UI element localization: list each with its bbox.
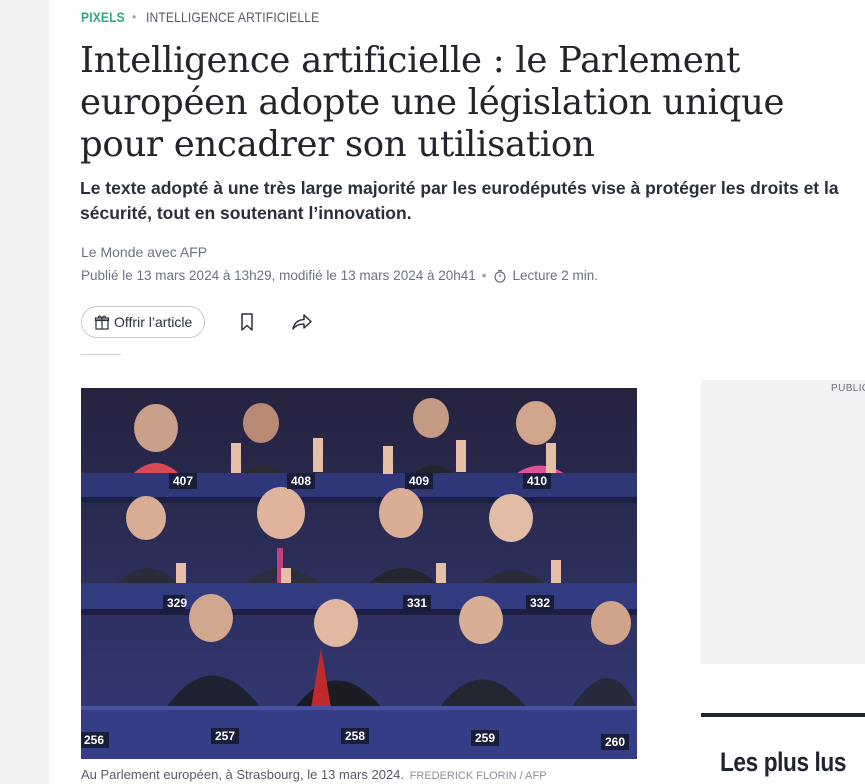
photo-credit: FREDERICK FLORIN / AFP (409, 770, 547, 782)
ad-slot[interactable] (701, 380, 865, 664)
share-icon[interactable] (291, 313, 313, 331)
section-link[interactable]: PIXELS (81, 9, 125, 25)
gift-article-button[interactable]: Offrir l’article (81, 306, 206, 338)
article-title: Intelligence artificielle : le Parlement… (80, 40, 785, 165)
seat-number: 256 (84, 733, 104, 747)
seat-number: 409 (409, 474, 429, 488)
gift-icon (94, 315, 110, 330)
topic-link[interactable]: INTELLIGENCE ARTIFICIELLE (146, 9, 319, 25)
breadcrumb-separator: • (132, 10, 137, 24)
seat-number: 331 (407, 596, 427, 610)
publish-date: Publié le 13 mars 2024 à 13h29, modifié … (81, 268, 476, 283)
seat-number: 332 (530, 596, 550, 610)
seat-number: 408 (291, 474, 311, 488)
most-read-heading: Les plus lus (720, 747, 847, 777)
article-actions: Offrir l’article (81, 306, 313, 338)
gift-article-label: Offrir l’article (114, 314, 193, 330)
seat-number: 260 (605, 735, 625, 749)
seat-number: 257 (215, 729, 235, 743)
parliament-vote-illustration: 407 408 409 410 329 331 332 256 257 258 … (81, 388, 637, 759)
left-gutter (0, 0, 49, 784)
article-dates: Publié le 13 mars 2024 à 13h29, modifié … (81, 268, 598, 283)
seat-number: 259 (475, 731, 495, 745)
timer-icon (493, 269, 506, 283)
seat-number: 258 (345, 729, 365, 743)
article-photo[interactable]: 407 408 409 410 329 331 332 256 257 258 … (81, 388, 637, 759)
photo-caption: Au Parlement européen, à Strasbourg, le … (81, 767, 547, 782)
article-dek: Le texte adopté à une très large majorit… (80, 178, 839, 223)
dates-separator: • (481, 268, 487, 283)
byline: Le Monde avec AFP (81, 244, 208, 260)
divider (81, 354, 121, 355)
reading-time: Lecture 2 min. (512, 268, 599, 283)
ad-label: PUBLICITÉ (831, 383, 865, 394)
caption-text: Au Parlement européen, à Strasbourg, le … (81, 767, 405, 782)
most-read-divider (701, 713, 865, 717)
bookmark-icon[interactable] (239, 312, 255, 332)
seat-number: 407 (173, 474, 193, 488)
seat-number: 329 (167, 596, 187, 610)
breadcrumb: PIXELS • INTELLIGENCE ARTIFICIELLE (81, 9, 348, 25)
seat-number: 410 (527, 474, 547, 488)
